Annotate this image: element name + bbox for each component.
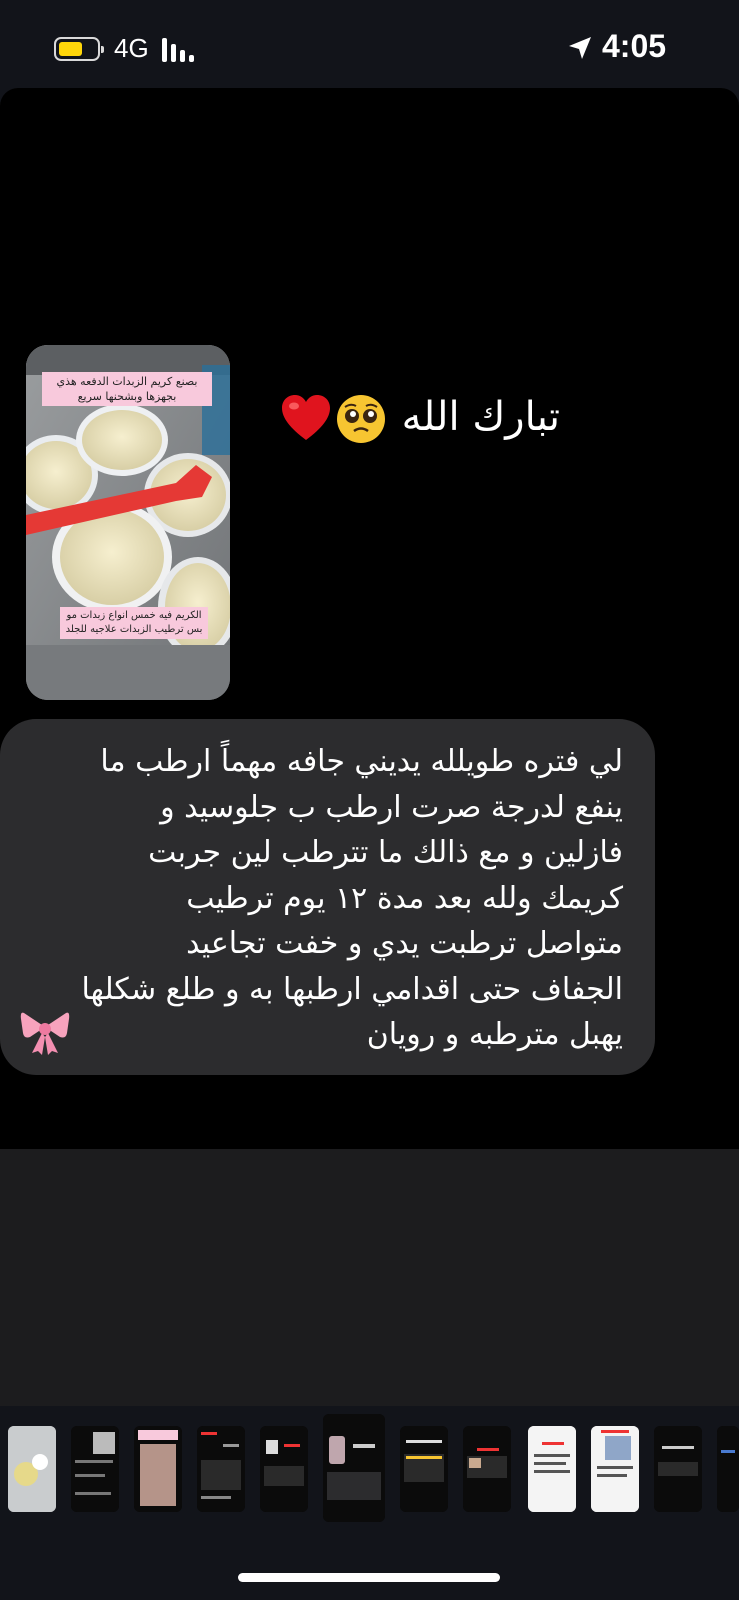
thumbnail-selected[interactable] (323, 1414, 385, 1522)
post-heading: تبارك الله (280, 388, 580, 448)
thumbnail[interactable] (134, 1426, 182, 1512)
thumbnail-strip (0, 1406, 739, 1522)
message-line: متواصل ترطبت يدي و خفت تجاعيد (186, 926, 623, 961)
signal-bars-icon (162, 36, 202, 62)
thumbnail[interactable] (717, 1426, 739, 1512)
thumbnail[interactable] (260, 1426, 308, 1512)
home-indicator[interactable] (238, 1573, 500, 1582)
clock: 4:05 (602, 28, 667, 64)
message-bubble: لي فتره طويلله يديني جافه مهماً ارطب ما … (0, 719, 655, 1075)
battery-icon (54, 37, 104, 61)
thumbnail[interactable] (591, 1426, 639, 1512)
thumbnail[interactable] (528, 1426, 576, 1512)
status-bar: 4G 4:05 (0, 0, 739, 92)
red-heart-icon (282, 395, 330, 440)
message-line: فازلين و مع ذالك ما تترطب لين جربت (148, 835, 623, 870)
message-line: الجفاف حتى اقدامي ارطبها به و طلع شكلها (81, 971, 623, 1007)
product-photo[interactable]: بصنع كريم الزبدات الدفعه هذي بجهزها وبشح… (26, 345, 230, 700)
thumbnail[interactable] (400, 1426, 448, 1512)
image-caption-top: بصنع كريم الزبدات الدفعه هذي بجهزها وبشح… (42, 372, 212, 406)
story-viewer[interactable]: بصنع كريم الزبدات الدفعه هذي بجهزها وبشح… (0, 88, 739, 1406)
thumbnail[interactable] (654, 1426, 702, 1512)
thumbnail[interactable] (71, 1426, 119, 1512)
ribbon-icon (20, 1012, 70, 1055)
message-line: ينفع لدرجة صرت ارطب ب جلوسيد و (160, 789, 623, 825)
image-caption-bottom: الكريم فيه خمس انواع زبدات مو بس ترطيب ا… (60, 607, 208, 639)
thumbnail[interactable] (8, 1426, 56, 1512)
pleading-face-icon (337, 395, 385, 443)
heading-text: تبارك الله (401, 394, 560, 440)
location-arrow-icon (569, 37, 591, 59)
thumbnail[interactable] (197, 1426, 245, 1512)
message-line: لي فتره طويلله يديني جافه مهماً ارطب ما (100, 744, 623, 779)
thumbnail[interactable] (463, 1426, 511, 1512)
message-line: كريمك ولله بعد مدة ١٢ يوم ترطيب (186, 880, 623, 916)
message-line: يهبل مترطبه و رويان (366, 1017, 623, 1052)
top-black-area (0, 88, 739, 345)
battery-level (59, 42, 82, 56)
network-type: 4G (114, 33, 149, 63)
message-text: لي فتره طويلله يديني جافه مهماً ارطب ما … (13, 739, 623, 1058)
